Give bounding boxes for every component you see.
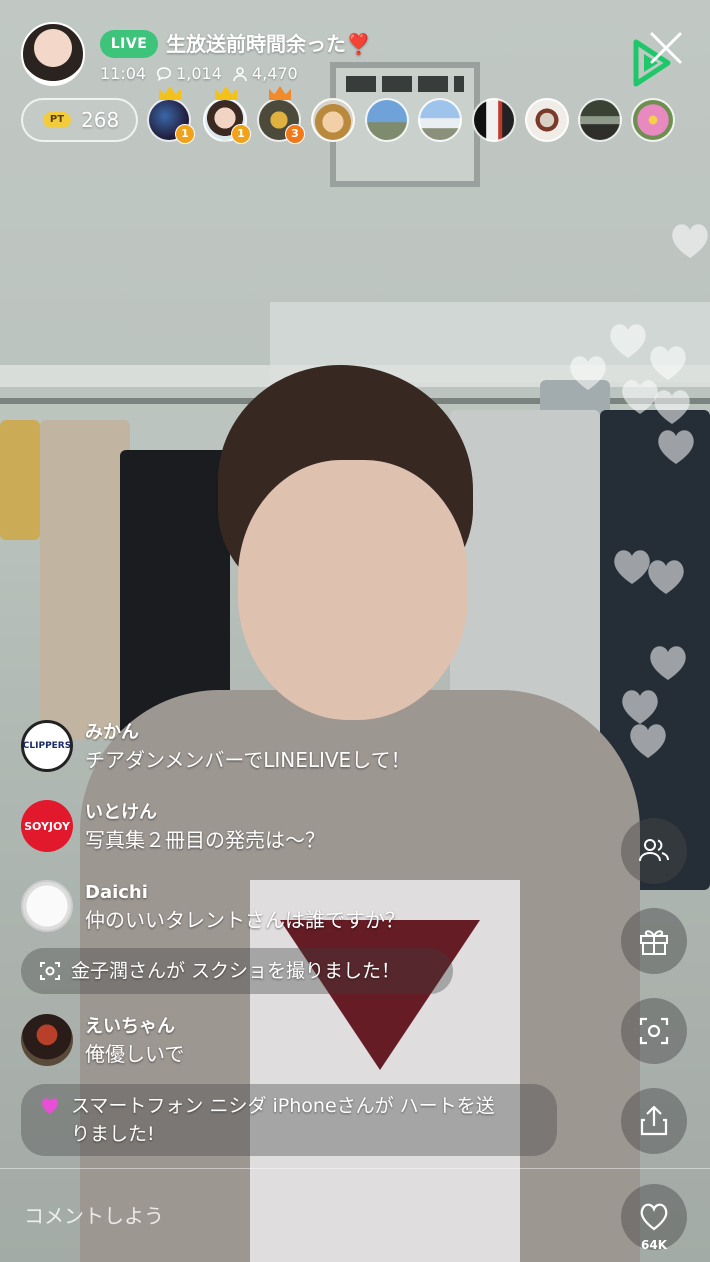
points-value: 268 [81, 108, 120, 132]
viewer-avatar[interactable]: 3 [257, 86, 305, 144]
viewer-avatar[interactable]: 1 [147, 86, 195, 144]
crown-icon [269, 86, 291, 100]
crown-icon [215, 86, 237, 100]
heart-icon [650, 386, 694, 426]
screenshot-button[interactable] [621, 998, 687, 1064]
heart-notice-line1: スマートフォン ニシダ iPhoneさんが ハートを送 [71, 1095, 495, 1117]
viewers-button[interactable] [621, 818, 687, 884]
broadcaster-avatar[interactable] [21, 22, 85, 86]
stream-title: 生放送前時間余った❣️ [166, 30, 371, 58]
heart-icon [42, 1098, 58, 1114]
comment-count: 1,014 [176, 64, 222, 83]
commenter-avatar[interactable] [21, 1014, 73, 1066]
commenter-avatar[interactable] [21, 880, 73, 932]
heart-icon [606, 320, 650, 360]
comment-text: チアダンメンバーでLINELIVEして！ [85, 748, 411, 772]
close-icon[interactable] [640, 22, 690, 72]
viewer-avatar[interactable] [631, 98, 675, 142]
heart-icon [626, 720, 670, 760]
live-badge: LIVE [100, 30, 158, 58]
rank-badge: 1 [231, 124, 251, 144]
viewer-avatar[interactable] [311, 98, 355, 142]
chat-message[interactable]: CLIPPERS みかん チアダンメンバーでLINELIVEして！ [21, 720, 411, 774]
rank-badge: 3 [285, 124, 305, 144]
title-emoji: ❣️ [346, 32, 371, 56]
points-button[interactable]: PT 268 [21, 98, 138, 142]
stream-title-text: 生放送前時間余った [166, 32, 346, 56]
viewer-avatar[interactable] [578, 98, 622, 142]
comment-stat: 1,014 [156, 64, 222, 84]
commenter-avatar[interactable]: CLIPPERS [21, 720, 73, 772]
commenter-name: いとけん [85, 802, 157, 823]
heart-notice-line2: りました! [71, 1123, 155, 1145]
viewer-count: 4,470 [251, 64, 298, 83]
comment-text: 仲のいいタレントさんは誰ですか？ [85, 908, 405, 932]
chat-bubble-icon [157, 67, 172, 82]
heart-icon [646, 642, 690, 682]
viewer-avatar[interactable] [418, 98, 462, 142]
viewer-avatar[interactable] [365, 98, 409, 142]
commenter-name: えいちゃん [85, 1016, 175, 1037]
screenshot-notice: 金子潤さんが スクショを撮りました！ [21, 948, 453, 994]
comment-text: 俺優しいで [85, 1042, 185, 1066]
screenshot-icon [40, 962, 60, 980]
stream-header: LIVE 生放送前時間余った❣️ 11:04 1,014 4,470 PT 26… [0, 0, 710, 150]
input-divider [0, 1168, 710, 1169]
viewer-avatar[interactable]: 1 [203, 86, 251, 144]
share-icon [640, 1105, 668, 1136]
stream-stats: 11:04 1,014 4,470 [100, 64, 298, 84]
heart-icon [668, 220, 710, 260]
viewer-avatar[interactable] [472, 98, 516, 142]
viewer-stat: 4,470 [232, 64, 298, 84]
comment-input[interactable] [0, 1170, 600, 1262]
chat-message[interactable]: SOYJOY いとけん 写真集２冊目の発売は〜？ [21, 800, 325, 854]
crown-icon [159, 86, 181, 100]
chat-message[interactable]: Daichi 仲のいいタレントさんは誰ですか？ [21, 880, 405, 934]
commenter-name: みかん [85, 722, 139, 743]
share-button[interactable] [621, 1088, 687, 1154]
heart-icon [566, 352, 610, 392]
video-background [0, 0, 710, 1262]
rank-badge: 1 [175, 124, 195, 144]
person-icon [233, 67, 247, 82]
gift-icon [640, 930, 668, 955]
gift-button[interactable] [621, 908, 687, 974]
elapsed-time: 11:04 [100, 64, 147, 83]
comment-text: 写真集２冊目の発売は〜？ [85, 828, 325, 852]
commenter-avatar[interactable]: SOYJOY [21, 800, 73, 852]
heart-notice: スマートフォン ニシダ iPhoneさんが ハートを送 りました! [21, 1084, 557, 1156]
screenshot-icon [639, 1017, 669, 1045]
viewer-avatar[interactable] [525, 98, 569, 142]
heart-icon [640, 1203, 668, 1231]
chat-message[interactable]: えいちゃん 俺優しいで [21, 1014, 184, 1068]
screenshot-notice-text: 金子潤さんが スクショを撮りました！ [71, 960, 401, 982]
commenter-name: Daichi [85, 882, 148, 903]
heart-icon [654, 426, 698, 466]
users-icon [639, 839, 669, 862]
like-count: 64K [641, 1238, 667, 1252]
heart-icon [644, 556, 688, 596]
points-icon: PT [43, 112, 71, 128]
